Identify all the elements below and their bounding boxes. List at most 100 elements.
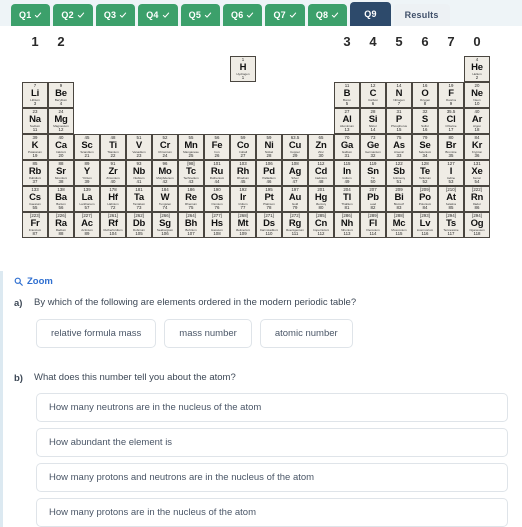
element-atomic-number: 73 [136, 205, 142, 210]
element-symbol: Db [132, 217, 146, 229]
element-cell-al: 27 Al Aluminium 13 [334, 108, 360, 134]
tab-q3[interactable]: Q3 [95, 4, 136, 26]
check-icon [34, 11, 42, 19]
element-symbol: Ir [240, 191, 246, 203]
element-cell-y: 89 Y Yttrium 39 [74, 160, 100, 186]
periodic-table-panel: 12345670 1 H Hydrogen 1 4 He Helium 2 7 Li Lithium… [0, 26, 522, 271]
element-atomic-number: 46 [266, 179, 272, 184]
element-symbol: Au [288, 191, 302, 203]
element-cell-c: 12 C Carbon 6 [360, 82, 386, 108]
element-atomic-number: 6 [371, 101, 375, 106]
tab-q4[interactable]: Q4 [138, 4, 178, 26]
element-cell-b: 11 B Boron 5 [334, 82, 360, 108]
group-number: 6 [421, 34, 429, 49]
answer-option-a-2[interactable]: mass number [164, 319, 252, 348]
element-symbol: V [135, 139, 143, 151]
tab-results[interactable]: Results [393, 4, 450, 26]
element-atomic-number: 112 [317, 231, 325, 236]
element-atomic-number: 32 [370, 153, 376, 158]
element-atomic-number: 81 [344, 205, 350, 210]
element-atomic-number: 89 [84, 231, 90, 236]
element-symbol: Se [419, 139, 431, 151]
element-atomic-number: 109 [239, 231, 247, 236]
element-cell-nb: 93 Nb Niobium 41 [126, 160, 152, 186]
element-symbol: Rb [28, 165, 42, 177]
element-symbol: Fr [30, 217, 40, 229]
element-atomic-number: 2 [475, 75, 479, 80]
element-symbol: I [449, 165, 453, 177]
answer-option-b-4[interactable]: How many protons are in the nucleus of t… [36, 498, 508, 527]
element-cell-pb: 207 Pb Lead 82 [360, 186, 386, 212]
element-symbol: Br [445, 139, 457, 151]
element-atomic-number: 49 [344, 179, 350, 184]
element-symbol: Kr [471, 139, 483, 151]
tab-label: Q3 [103, 10, 117, 20]
element-symbol: Al [342, 113, 352, 125]
zoom-link-label: Zoom [27, 276, 53, 287]
element-symbol: Ne [471, 87, 483, 99]
element-atomic-number: 41 [136, 179, 142, 184]
question-a-text: By which of the following are elements o… [34, 297, 357, 308]
element-symbol: S [421, 113, 429, 125]
element-atomic-number: 50 [370, 179, 376, 184]
group-number: 5 [395, 34, 403, 49]
element-symbol: W [160, 191, 170, 203]
element-cell-li: 7 Li Lithium 3 [22, 82, 48, 108]
element-atomic-number: 8 [423, 101, 427, 106]
zoom-link[interactable]: Zoom [14, 276, 53, 287]
element-symbol: Cu [288, 139, 302, 151]
element-cell-p: 31 P Phosphorus 15 [386, 108, 412, 134]
tab-q2[interactable]: Q2 [53, 4, 93, 26]
tab-q7[interactable]: Q7 [265, 4, 305, 26]
element-cell-xe: 131 Xe Xenon 54 [464, 160, 490, 186]
tab-label: Q6 [231, 10, 244, 20]
element-atomic-number: 31 [344, 153, 350, 158]
element-atomic-number: 45 [240, 179, 246, 184]
element-symbol: C [369, 87, 377, 99]
element-symbol: H [239, 61, 247, 73]
tab-label: Q8 [315, 10, 329, 20]
element-atomic-number: 83 [396, 205, 402, 210]
element-symbol: Cn [314, 217, 328, 229]
element-cell-nh: [286] Nh Nihonium 113 [334, 212, 360, 238]
element-symbol: B [343, 87, 351, 99]
element-atomic-number: 106 [161, 231, 169, 236]
check-icon [289, 11, 297, 19]
element-symbol: Cs [29, 191, 41, 203]
answer-option-a-1[interactable]: relative formula mass [36, 319, 157, 348]
element-symbol: K [31, 139, 39, 151]
element-symbol: Rh [236, 165, 250, 177]
tab-q5[interactable]: Q5 [180, 4, 221, 26]
tab-label: Q7 [273, 10, 286, 20]
answer-option-b-1[interactable]: How many neutrons are in the nucleus of … [36, 393, 508, 422]
element-cell-co: 59 Co Cobalt 27 [230, 134, 256, 160]
element-cell-ir: 192 Ir Iridium 77 [230, 186, 256, 212]
element-atomic-number: 3 [33, 101, 37, 106]
check-icon [246, 11, 254, 19]
element-symbol: O [421, 87, 429, 99]
element-symbol: Ra [55, 217, 67, 229]
answer-option-b-3[interactable]: How many protons and neutrons are in the… [36, 463, 508, 492]
element-atomic-number: 29 [292, 153, 298, 158]
element-atomic-number: 55 [32, 205, 38, 210]
element-cell-ne: 20 Ne Neon 10 [464, 82, 490, 108]
element-atomic-number: 5 [345, 101, 349, 106]
element-cell-rn: [222] Rn Radon 86 [464, 186, 490, 212]
element-cell-ru: 101 Ru Ruthenium 44 [204, 160, 230, 186]
element-atomic-number: 21 [84, 153, 90, 158]
element-cell-sb: 122 Sb Antimony 51 [386, 160, 412, 186]
tab-q9[interactable]: Q9 [350, 2, 391, 26]
answer-option-b-2[interactable]: How abundant the element is [36, 428, 508, 457]
element-symbol: Zr [108, 165, 118, 177]
tab-q1[interactable]: Q1 [11, 4, 51, 26]
tab-q6[interactable]: Q6 [223, 4, 263, 26]
element-atomic-number: 54 [474, 179, 480, 184]
element-cell-s: 32 S Sulfur 16 [412, 108, 438, 134]
answer-option-a-3[interactable]: atomic number [259, 319, 353, 348]
tab-q8[interactable]: Q8 [307, 4, 348, 26]
element-cell-v: 51 V Vanadium 23 [126, 134, 152, 160]
element-symbol: Ar [471, 113, 483, 125]
element-symbol: Fl [368, 217, 378, 229]
element-symbol: Rf [108, 217, 118, 229]
element-cell-zn: 65 Zn Zinc 30 [308, 134, 334, 160]
